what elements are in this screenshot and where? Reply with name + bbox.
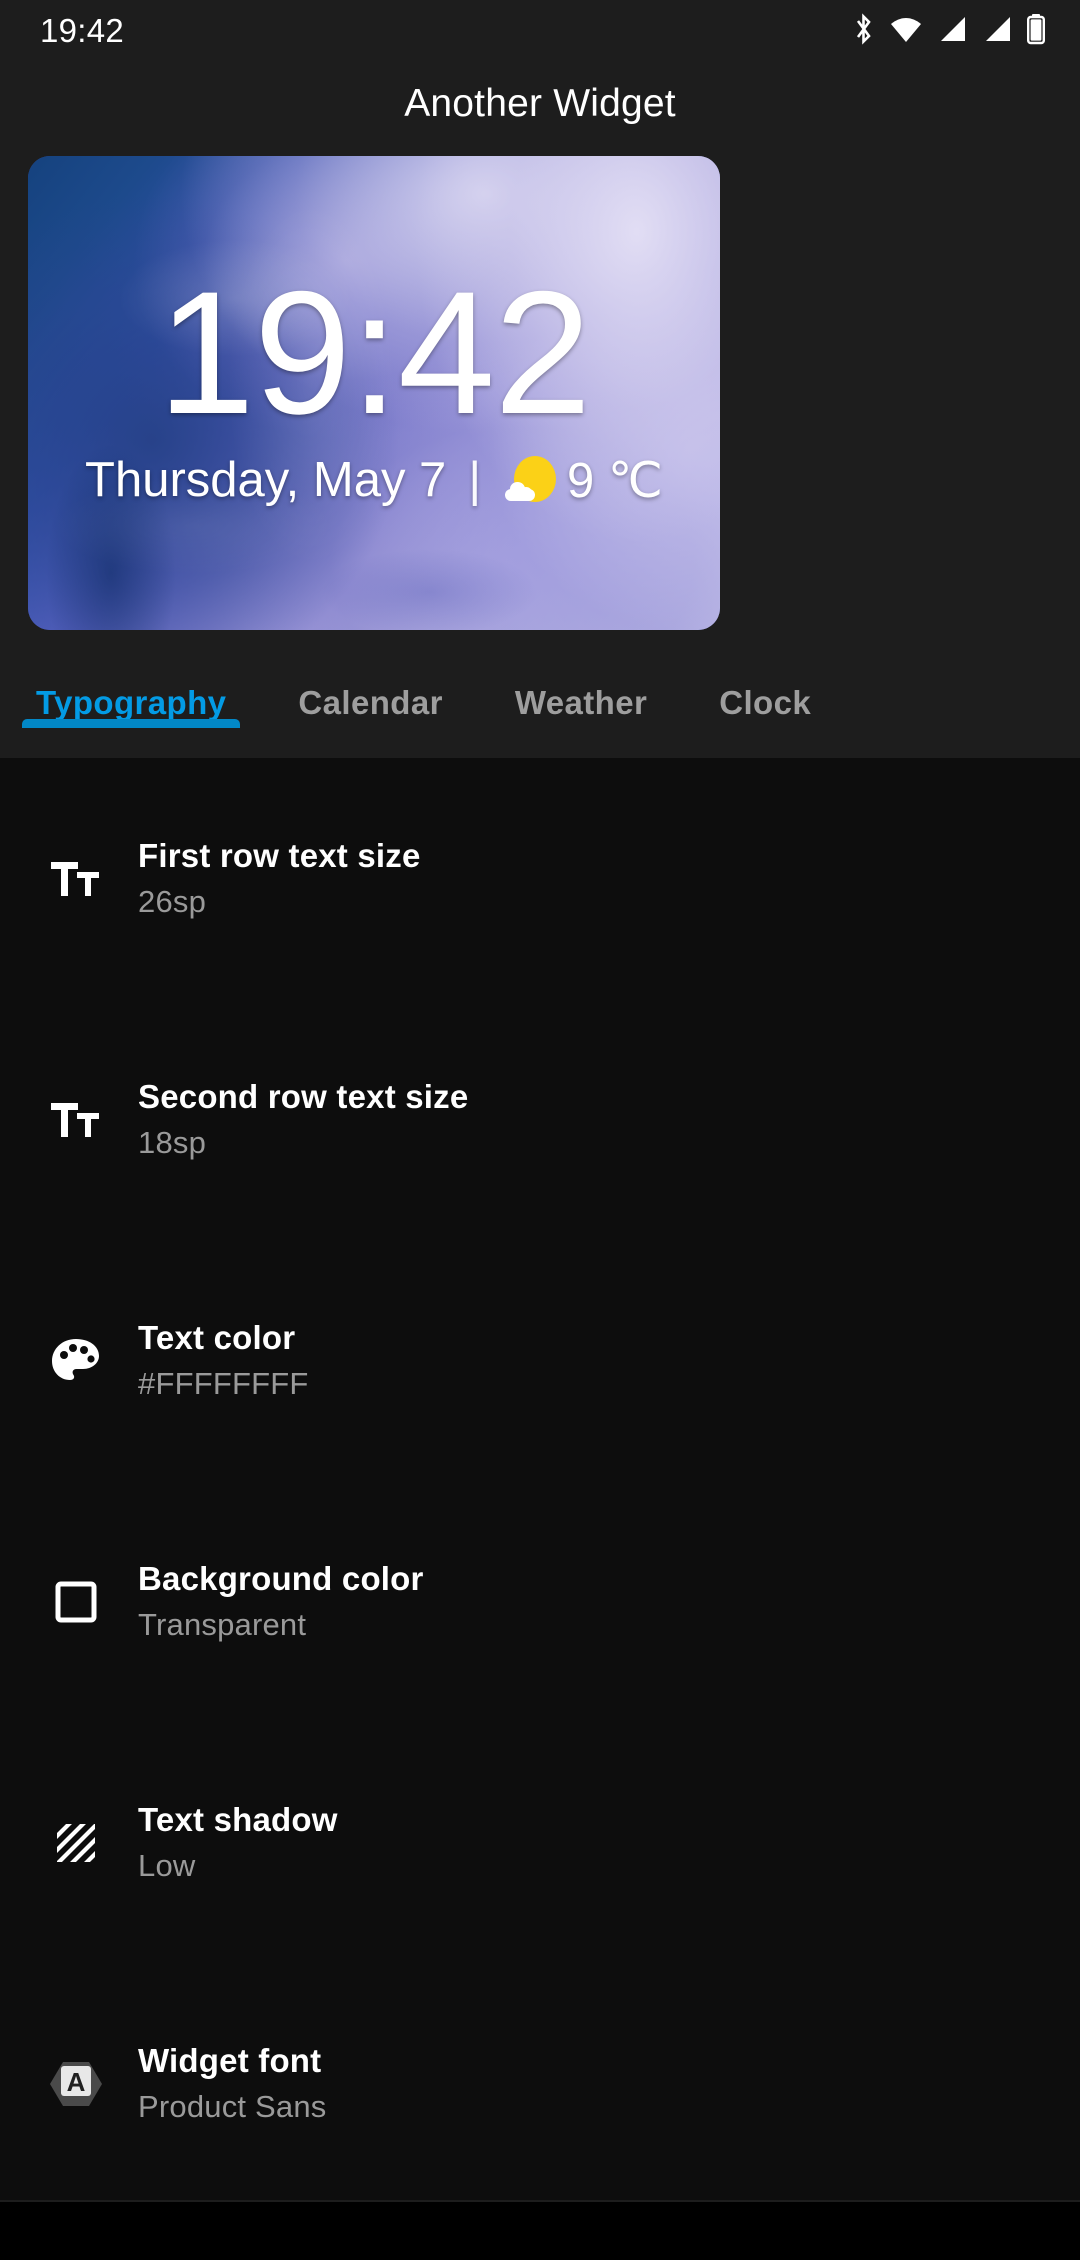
widget-separator: | xyxy=(468,453,482,508)
status-bar-clock: 19:42 xyxy=(40,12,125,49)
list-item-background-color[interactable]: Background color Transparent xyxy=(0,1481,1080,1722)
wifi-icon xyxy=(889,13,923,50)
list-item-first-row-text-size[interactable]: First row text size 26sp xyxy=(0,758,1080,999)
tab-calendar[interactable]: Calendar xyxy=(262,648,478,758)
list-item-title: Second row text size xyxy=(138,1078,469,1115)
list-item-value: 26sp xyxy=(138,884,207,919)
list-item-text-color[interactable]: Text color #FFFFFFFF xyxy=(0,1240,1080,1481)
svg-text:A: A xyxy=(67,2067,86,2097)
signal-2-icon xyxy=(981,13,1013,50)
signal-1-icon xyxy=(936,13,968,50)
settings-list: First row text size 26sp Second row text… xyxy=(0,758,1080,2200)
palette-icon xyxy=(36,1321,116,1401)
list-item-title: Text color xyxy=(138,1319,296,1356)
list-item-text: Text color #FFFFFFFF xyxy=(138,1319,309,1402)
widget-date: Thursday, May 7 xyxy=(85,453,447,508)
list-item-widget-font[interactable]: A Widget font Product Sans xyxy=(0,1963,1080,2200)
widget-temperature: 9 ℃ xyxy=(567,453,663,508)
widget-second-row: Thursday, May 7 | 9 ℃ xyxy=(85,452,663,509)
tab-label: Weather xyxy=(514,684,648,721)
tab-label: Typography xyxy=(36,684,227,721)
status-bar: 19:42 xyxy=(0,0,1080,62)
format-size-icon xyxy=(36,839,116,919)
app-screen: 19:42 Another Widget 19:42 Thursday, May… xyxy=(0,0,1080,2260)
list-item-title: Background color xyxy=(138,1560,424,1597)
list-item-value: 18sp xyxy=(138,1125,207,1160)
format-size-icon xyxy=(36,1080,116,1160)
status-bar-icons xyxy=(852,12,1046,50)
list-item-title: First row text size xyxy=(138,837,421,874)
list-item-title: Text shadow xyxy=(138,1801,338,1838)
widget-clock: 19:42 xyxy=(157,256,592,452)
widget-preview-card[interactable]: 19:42 Thursday, May 7 | 9 ℃ xyxy=(28,156,720,630)
tab-bar: Typography Calendar Weather Clock xyxy=(0,648,1080,758)
list-item-value: Low xyxy=(138,1848,196,1883)
list-item-text: Text shadow Low xyxy=(138,1801,338,1884)
list-item-value: Transparent xyxy=(138,1607,307,1642)
list-item-text: First row text size 26sp xyxy=(138,837,421,920)
list-item-text: Second row text size 18sp xyxy=(138,1078,468,1161)
battery-icon xyxy=(1026,13,1046,50)
list-item-text: Widget font Product Sans xyxy=(138,2042,327,2125)
list-item-second-row-text-size[interactable]: Second row text size 18sp xyxy=(0,999,1080,1240)
navigation-bar xyxy=(0,2202,1080,2260)
font-hexagon-icon: A xyxy=(36,2044,116,2124)
tab-label: Calendar xyxy=(298,684,443,721)
list-item-title: Widget font xyxy=(138,2042,322,2079)
list-item-value: Product Sans xyxy=(138,2089,327,2124)
list-item-value: #FFFFFFFF xyxy=(138,1366,309,1401)
tab-label: Clock xyxy=(719,684,812,721)
widget-preview-content: 19:42 Thursday, May 7 | 9 ℃ xyxy=(28,156,720,630)
square-outline-icon xyxy=(36,1562,116,1642)
tab-clock[interactable]: Clock xyxy=(683,648,847,758)
bluetooth-icon xyxy=(852,12,876,50)
list-item-text-shadow[interactable]: Text shadow Low xyxy=(0,1722,1080,1963)
page-title: Another Widget xyxy=(404,82,676,125)
list-item-text: Background color Transparent xyxy=(138,1560,424,1643)
diagonal-hatch-icon xyxy=(36,1803,116,1883)
sun-behind-cloud-icon xyxy=(503,453,557,507)
tab-weather[interactable]: Weather xyxy=(479,648,683,758)
tab-typography[interactable]: Typography xyxy=(0,648,262,758)
